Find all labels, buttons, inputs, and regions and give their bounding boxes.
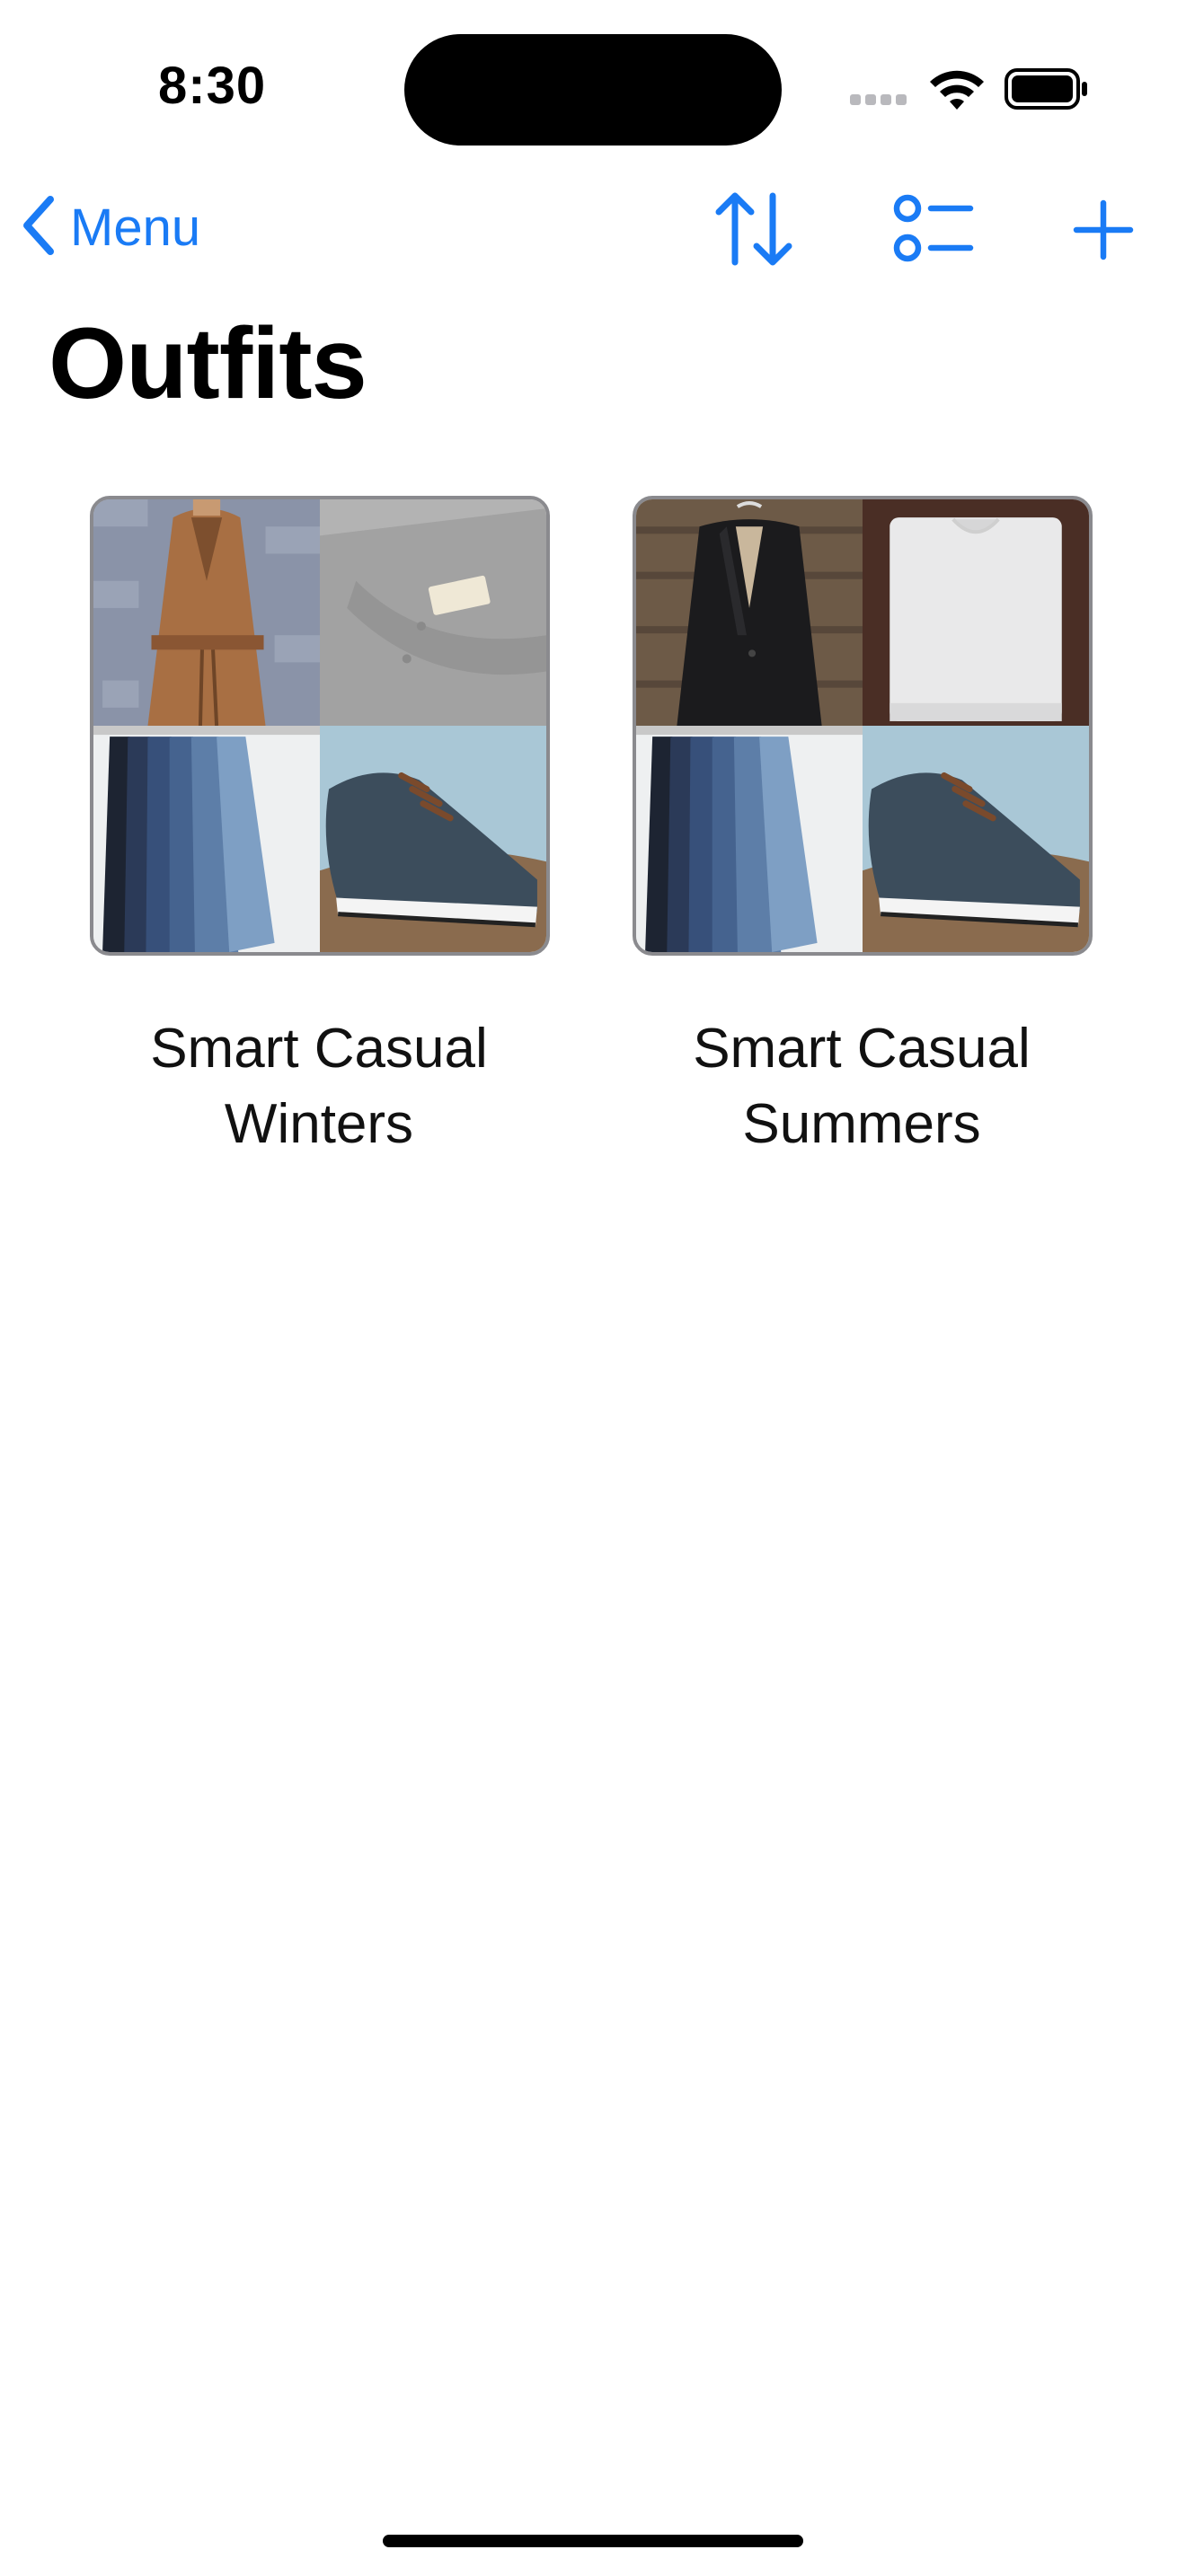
list-options-button[interactable] [893,190,976,272]
plus-icon [1073,199,1134,264]
jeans-image [93,726,320,952]
blazer-image [636,499,863,726]
back-button[interactable]: Menu [20,196,200,260]
outfit-card[interactable]: Smart Casual Summers [633,496,1093,1162]
add-button[interactable] [1073,199,1134,265]
t-shirt-image [863,499,1089,726]
sneaker-image [863,726,1089,952]
page-title: Outfits [49,307,367,419]
wifi-icon [927,66,987,116]
status-time: 8:30 [158,57,267,115]
cellular-signal-icon [850,93,913,106]
sneaker-image [320,726,546,952]
dynamic-island [404,34,782,146]
list-options-icon [893,194,976,271]
outfit-name: Smart Casual Winters [150,1018,488,1155]
outfit-name: Smart Casual Summers [693,1018,1031,1155]
battery-icon [1005,68,1089,114]
back-label: Menu [70,198,201,257]
coat-image [93,499,320,726]
sort-button[interactable] [713,190,794,272]
outfit-card[interactable]: Smart Casual Winters [90,496,550,1162]
home-indicator[interactable] [383,2535,803,2547]
jeans-image [636,726,863,952]
polo-shirt-image [320,499,546,726]
outfit-collage [90,496,550,956]
sort-arrows-icon [713,192,794,271]
chevron-left-icon [20,196,58,260]
outfit-collage [633,496,1093,956]
